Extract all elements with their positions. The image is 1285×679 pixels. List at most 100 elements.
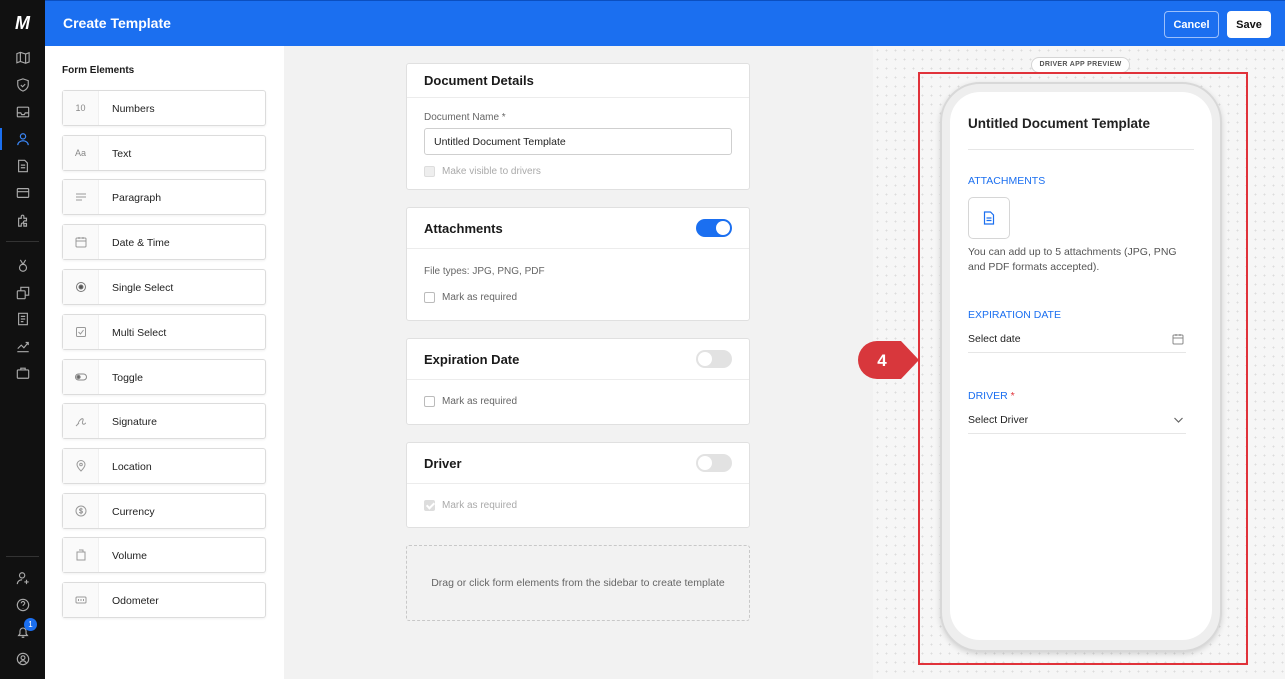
- form-element-label: Currency: [112, 506, 155, 518]
- mark-required-row[interactable]: Mark as required: [424, 292, 517, 303]
- driver-card: Driver Mark as required: [406, 442, 750, 528]
- mark-required-checkbox[interactable]: [424, 292, 435, 303]
- dollar-icon: [63, 494, 99, 528]
- form-element-toggle[interactable]: Toggle: [62, 359, 266, 395]
- location-pin-icon: [63, 449, 99, 483]
- help-icon[interactable]: [0, 594, 45, 616]
- toggle-icon: [63, 360, 99, 394]
- form-element-label: Location: [112, 461, 152, 473]
- radio-icon: [63, 270, 99, 304]
- rail-divider: [6, 556, 39, 557]
- mark-required-row: Mark as required: [424, 500, 517, 511]
- briefcase-icon[interactable]: [0, 362, 45, 384]
- expiration-toggle[interactable]: [696, 350, 732, 368]
- numbers-icon: 10: [63, 91, 99, 125]
- document-details-card: Document Details Document Name * Make vi…: [406, 63, 750, 190]
- make-visible-row[interactable]: Make visible to drivers: [424, 166, 541, 177]
- signature-icon: [63, 404, 99, 438]
- nav-rail: M 1: [0, 0, 45, 679]
- driver-toggle[interactable]: [696, 454, 732, 472]
- dropzone-text: Drag or click form elements from the sid…: [431, 577, 725, 589]
- form-element-label: Multi Select: [112, 327, 167, 339]
- paragraph-icon: [63, 180, 99, 214]
- form-element-text[interactable]: Aa Text: [62, 135, 266, 171]
- file-icon: [983, 211, 995, 225]
- header-bar: Create Template Cancel Save: [45, 0, 1285, 46]
- attachments-toggle[interactable]: [696, 219, 732, 237]
- chevron-down-icon[interactable]: [1173, 416, 1184, 424]
- bell-icon[interactable]: [0, 621, 45, 643]
- form-element-volume[interactable]: Volume: [62, 537, 266, 573]
- mark-required-checkbox[interactable]: [424, 396, 435, 407]
- form-element-single-select[interactable]: Single Select: [62, 269, 266, 305]
- attachments-card: Attachments File types: JPG, PNG, PDF Ma…: [406, 207, 750, 321]
- notification-badge: 1: [24, 618, 37, 631]
- app-logo[interactable]: M: [0, 8, 45, 38]
- form-element-label: Text: [112, 148, 132, 160]
- card-title: Attachments: [424, 221, 503, 236]
- add-attachment-button[interactable]: [968, 197, 1010, 239]
- analytics-icon[interactable]: [0, 335, 45, 357]
- form-element-label: Date & Time: [112, 237, 170, 249]
- expiration-date-select[interactable]: Select date: [968, 333, 1021, 345]
- mark-required-label: Mark as required: [442, 500, 518, 511]
- save-button[interactable]: Save: [1227, 11, 1271, 38]
- card-divider: [407, 248, 749, 249]
- calendar-icon: [63, 225, 99, 259]
- wallet-icon[interactable]: [0, 182, 45, 204]
- form-element-odometer[interactable]: Odometer: [62, 582, 266, 618]
- rail-divider: [6, 241, 39, 242]
- card-title: Expiration Date: [424, 352, 520, 367]
- mark-required-label: Mark as required: [442, 396, 518, 407]
- file-types-text: File types: JPG, PNG, PDF: [424, 266, 545, 277]
- preview-label: DRIVER APP PREVIEW: [1031, 57, 1130, 73]
- shield-icon[interactable]: [0, 74, 45, 96]
- driver-user-icon[interactable]: [0, 128, 45, 150]
- dropzone[interactable]: Drag or click form elements from the sid…: [406, 545, 750, 621]
- expiration-underline: [968, 352, 1186, 353]
- user-settings-icon[interactable]: [0, 567, 45, 589]
- make-visible-label: Make visible to drivers: [442, 166, 541, 177]
- document-icon[interactable]: [0, 155, 45, 177]
- form-element-label: Odometer: [112, 595, 159, 607]
- preview-attachments-heading: ATTACHMENTS: [968, 175, 1046, 187]
- mark-required-checkbox: [424, 500, 435, 511]
- attachments-help-text: You can add up to 5 attachments (JPG, PN…: [968, 246, 1177, 273]
- driver-select[interactable]: Select Driver: [968, 414, 1028, 426]
- form-element-multi-select[interactable]: Multi Select: [62, 314, 266, 350]
- account-icon[interactable]: [0, 648, 45, 670]
- make-visible-checkbox[interactable]: [424, 166, 435, 177]
- form-element-label: Paragraph: [112, 192, 162, 204]
- card-title: Document Details: [424, 73, 534, 88]
- form-element-paragraph[interactable]: Paragraph: [62, 179, 266, 215]
- form-element-signature[interactable]: Signature: [62, 403, 266, 439]
- form-element-label: Numbers: [112, 103, 155, 115]
- form-element-location[interactable]: Location: [62, 448, 266, 484]
- puzzle-icon[interactable]: [0, 209, 45, 231]
- form-element-currency[interactable]: Currency: [62, 493, 266, 529]
- form-element-numbers[interactable]: 10 Numbers: [62, 90, 266, 126]
- preview-divider: [968, 149, 1194, 150]
- panel-title: Form Elements: [62, 65, 135, 76]
- map-icon[interactable]: [0, 47, 45, 69]
- calendar-icon[interactable]: [1172, 333, 1184, 345]
- report-icon[interactable]: [0, 308, 45, 330]
- form-element-label: Signature: [112, 416, 157, 428]
- document-name-label: Document Name *: [424, 112, 506, 123]
- inbox-icon[interactable]: [0, 101, 45, 123]
- volume-icon: [63, 538, 99, 572]
- step-number: 4: [877, 351, 887, 370]
- form-element-date-time[interactable]: Date & Time: [62, 224, 266, 260]
- layers-icon[interactable]: [0, 282, 45, 304]
- badge-icon[interactable]: [0, 255, 45, 277]
- cancel-button[interactable]: Cancel: [1164, 11, 1219, 38]
- page-title: Create Template: [63, 15, 171, 31]
- document-name-input[interactable]: [424, 128, 732, 155]
- card-title: Driver: [424, 456, 462, 471]
- text-icon: Aa: [63, 136, 99, 170]
- mark-required-row[interactable]: Mark as required: [424, 396, 517, 407]
- preview-document-title: Untitled Document Template: [968, 116, 1151, 131]
- odometer-icon: [63, 583, 99, 617]
- preview-driver-heading: DRIVER *: [968, 390, 1015, 402]
- form-elements-panel: Form Elements 10 Numbers Aa Text Paragra…: [45, 46, 284, 679]
